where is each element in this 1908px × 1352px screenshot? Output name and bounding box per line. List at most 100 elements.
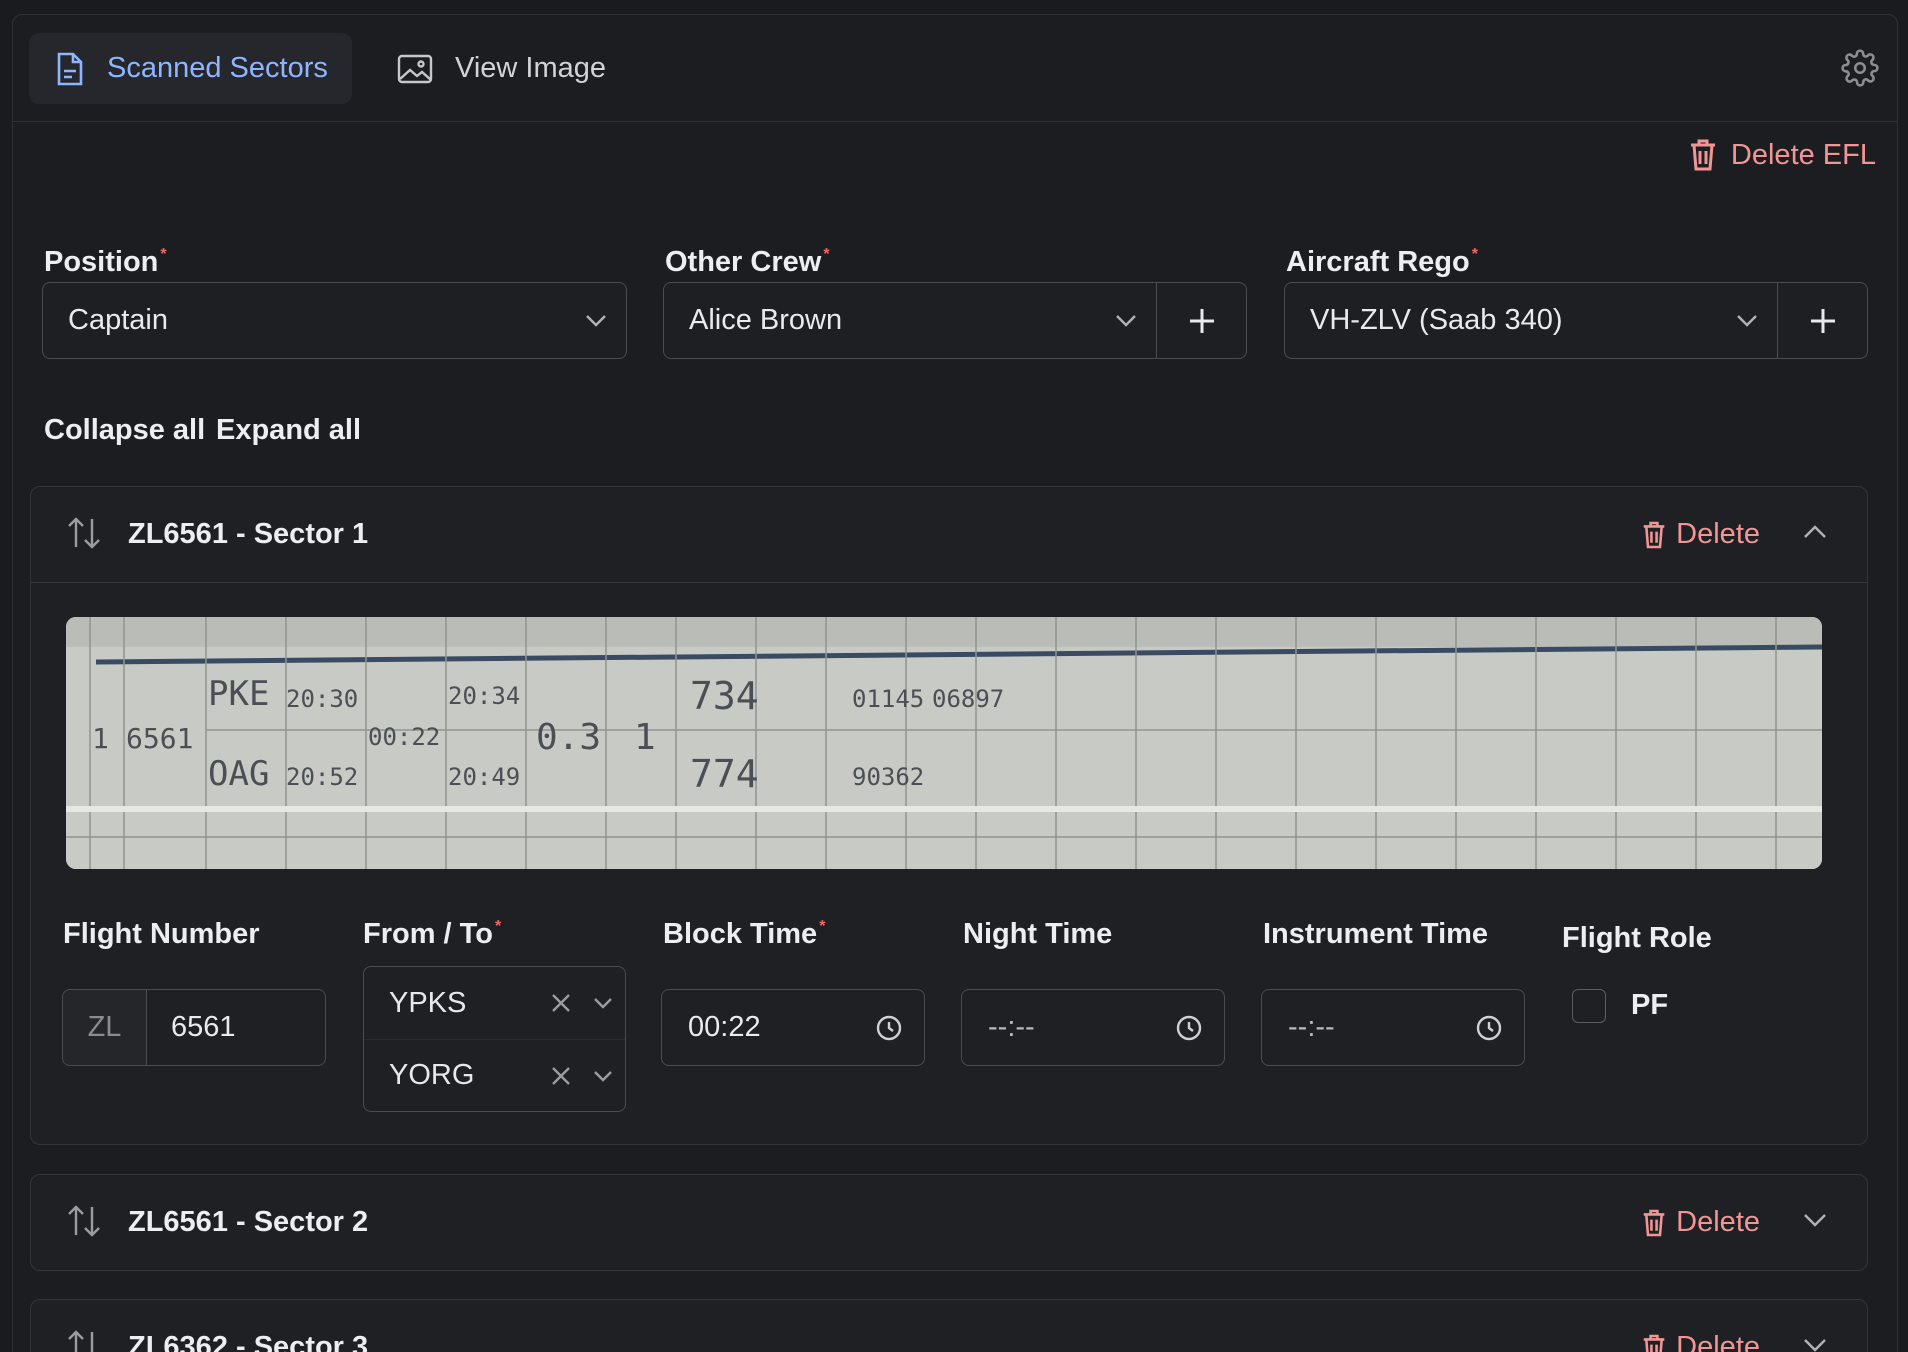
chevron-down-icon xyxy=(1096,314,1156,328)
sector-card: ZL6561 - Sector 1 Delete 1 6561 PKE 20:3… xyxy=(30,486,1868,1145)
chevron-down-icon[interactable] xyxy=(1803,1212,1827,1233)
sector-card: ZL6362 - Sector 3 Delete xyxy=(30,1299,1868,1352)
delete-sector-label: Delete xyxy=(1676,1331,1760,1352)
settings-gear-icon[interactable] xyxy=(1841,49,1879,87)
flight-prefix: ZL xyxy=(63,990,147,1065)
sector-body: 1 6561 PKE 20:30 OAG 20:52 00:22 20:34 2… xyxy=(31,582,1867,1144)
flight-role-label: Flight Role xyxy=(1562,922,1712,954)
chevron-down-icon xyxy=(1717,314,1777,328)
aircraft-rego-value: VH-ZLV (Saab 340) xyxy=(1310,304,1563,336)
to-value: YORG xyxy=(389,1059,475,1091)
delete-efl-button[interactable]: Delete EFL xyxy=(1689,138,1876,172)
document-icon xyxy=(57,52,83,85)
scan-cell: 1 xyxy=(634,717,656,758)
tab-scanned-sectors[interactable]: Scanned Sectors xyxy=(29,33,352,104)
scan-cell: 20:30 xyxy=(286,685,358,713)
delete-efl-label: Delete EFL xyxy=(1730,138,1876,171)
position-select[interactable]: Captain xyxy=(42,282,627,359)
sector-header[interactable]: ZL6561 - Sector 2 Delete xyxy=(31,1175,1867,1270)
position-value: Captain xyxy=(68,304,168,336)
scan-cell: 1 xyxy=(92,722,109,755)
clear-from-icon[interactable] xyxy=(541,993,581,1013)
scan-cell: OAG xyxy=(208,754,269,794)
reorder-arrows-icon[interactable] xyxy=(66,1203,102,1244)
scan-cell: 774 xyxy=(690,752,759,796)
scan-cell: 06897 xyxy=(932,685,1004,713)
chevron-down-icon[interactable] xyxy=(581,997,625,1009)
sector-title: ZL6362 - Sector 3 xyxy=(128,1331,369,1352)
instrument-time-input[interactable]: --:-- xyxy=(1261,989,1525,1066)
clock-icon[interactable] xyxy=(1454,1015,1524,1041)
clock-icon[interactable] xyxy=(1154,1015,1224,1041)
scan-cell: 20:34 xyxy=(448,682,520,710)
trash-icon xyxy=(1643,521,1665,548)
scan-cell: PKE xyxy=(208,674,269,714)
delete-sector-button[interactable]: Delete xyxy=(1642,1331,1760,1352)
trash-icon xyxy=(1643,1334,1665,1352)
aircraft-rego-select[interactable]: VH-ZLV (Saab 340) xyxy=(1284,282,1868,359)
clear-to-icon[interactable] xyxy=(541,1066,581,1086)
block-time-label: Block Time * xyxy=(663,918,826,950)
sector-header[interactable]: ZL6561 - Sector 1 Delete xyxy=(31,487,1867,582)
block-time-input[interactable]: 00:22 xyxy=(661,989,925,1066)
flight-number-label: Flight Number xyxy=(63,918,260,950)
other-crew-label: Other Crew * xyxy=(665,246,830,278)
chevron-down-icon[interactable] xyxy=(1803,1337,1827,1352)
chevron-down-icon xyxy=(566,314,626,328)
aircraft-rego-label: Aircraft Rego * xyxy=(1286,246,1478,278)
tab-view-image[interactable]: View Image xyxy=(381,33,611,104)
tab-scanned-sectors-label: Scanned Sectors xyxy=(107,52,328,84)
position-label: Position * xyxy=(44,246,167,278)
scan-cell: 00:22 xyxy=(368,723,440,751)
sector-title: ZL6561 - Sector 2 xyxy=(128,1206,369,1238)
scanned-logbook-image: 1 6561 PKE 20:30 OAG 20:52 00:22 20:34 2… xyxy=(66,617,1822,869)
delete-sector-button[interactable]: Delete xyxy=(1642,518,1760,551)
expand-all-button[interactable]: Expand all xyxy=(216,414,361,447)
collapse-all-button[interactable]: Collapse all xyxy=(44,414,205,447)
plus-icon xyxy=(1810,308,1835,333)
sector-title: ZL6561 - Sector 1 xyxy=(128,518,369,550)
chevron-up-icon[interactable] xyxy=(1803,524,1827,545)
to-select[interactable]: YORG xyxy=(364,1039,625,1111)
add-aircraft-button[interactable] xyxy=(1777,283,1867,358)
other-crew-select[interactable]: Alice Brown xyxy=(663,282,1247,359)
sector-card: ZL6561 - Sector 2 Delete xyxy=(30,1174,1868,1271)
tab-view-image-label: View Image xyxy=(455,52,606,84)
instrument-time-value: --:-- xyxy=(1288,1011,1335,1043)
clock-icon[interactable] xyxy=(854,1015,924,1041)
reorder-arrows-icon[interactable] xyxy=(66,1328,102,1352)
reorder-arrows-icon[interactable] xyxy=(66,515,102,556)
add-crew-button[interactable] xyxy=(1156,283,1246,358)
instrument-time-label: Instrument Time xyxy=(1263,918,1489,950)
from-to-field[interactable]: YPKS YORG xyxy=(363,966,626,1112)
scan-cell: 6561 xyxy=(126,722,193,755)
from-select[interactable]: YPKS xyxy=(364,967,625,1039)
plus-icon xyxy=(1189,308,1214,333)
pf-checkbox[interactable] xyxy=(1572,989,1606,1023)
other-crew-value: Alice Brown xyxy=(689,304,843,336)
scan-cell: 0.3 xyxy=(536,717,601,758)
scan-cell: 01145 xyxy=(852,685,924,713)
delete-sector-label: Delete xyxy=(1676,1206,1760,1238)
sector-header[interactable]: ZL6362 - Sector 3 Delete xyxy=(31,1300,1867,1352)
scan-cell: 90362 xyxy=(852,763,924,791)
image-icon xyxy=(397,54,433,83)
delete-sector-button[interactable]: Delete xyxy=(1642,1206,1760,1239)
flight-number-input[interactable]: 6561 xyxy=(147,1011,236,1044)
delete-sector-label: Delete xyxy=(1676,518,1760,550)
from-value: YPKS xyxy=(389,986,467,1019)
night-time-value: --:-- xyxy=(988,1011,1035,1043)
scan-cell: 20:52 xyxy=(286,763,358,791)
tab-bar: Scanned Sectors View Image xyxy=(13,15,1897,122)
flight-number-field[interactable]: ZL 6561 xyxy=(62,989,326,1066)
night-time-input[interactable]: --:-- xyxy=(961,989,1225,1066)
night-time-label: Night Time xyxy=(963,918,1113,950)
pf-label: PF xyxy=(1631,989,1669,1021)
scan-cell: 734 xyxy=(690,674,759,718)
block-time-value: 00:22 xyxy=(688,1011,761,1043)
trash-icon xyxy=(1690,139,1715,171)
trash-icon xyxy=(1643,1209,1665,1236)
scan-cell: 20:49 xyxy=(448,763,520,791)
chevron-down-icon[interactable] xyxy=(581,1070,625,1082)
from-to-label: From / To * xyxy=(363,918,502,950)
